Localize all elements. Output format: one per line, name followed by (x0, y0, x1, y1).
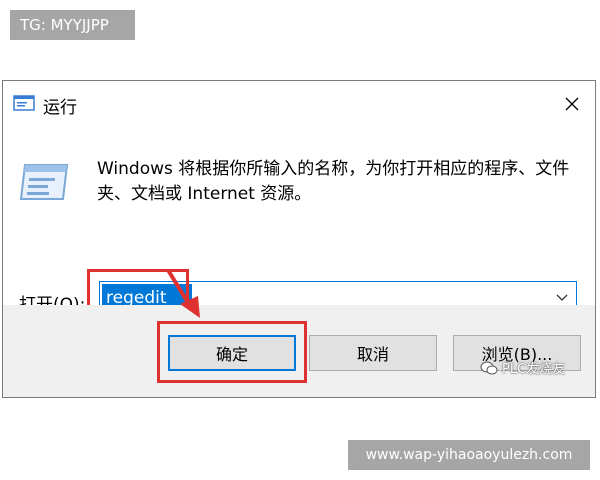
watermark: PLC发烧友 (480, 358, 565, 377)
dialog-description: Windows 将根据你所输入的名称，为你打开相应的程序、文件夹、文档或 Int… (97, 159, 570, 204)
ok-button[interactable]: 确定 (168, 335, 296, 371)
cancel-button[interactable]: 取消 (309, 335, 437, 371)
tg-label: TG: MYYJJPP (10, 10, 135, 40)
watermark-text: PLC发烧友 (502, 362, 566, 377)
red-arrow-icon (166, 268, 200, 318)
run-window-icon (19, 164, 69, 200)
dropdown-button[interactable] (554, 290, 570, 306)
close-icon (565, 97, 579, 111)
site-label: www.wap-yihaoaoyulezh.com (348, 440, 590, 470)
wechat-icon (480, 361, 498, 374)
close-button[interactable] (557, 89, 587, 119)
run-window-icon (13, 95, 35, 111)
chevron-down-icon (556, 294, 568, 301)
title-bar: 运行 (3, 81, 595, 127)
window-title: 运行 (43, 98, 77, 118)
dialog-body: Windows 将根据你所输入的名称，为你打开相应的程序、文件夹、文档或 Int… (3, 127, 595, 324)
dialog-footer: 确定 取消 浏览(B)... (3, 305, 595, 397)
run-dialog: 运行 Windows 将根据你所输入的名称，为你打开相应的程序、文件夹、文档或 … (2, 80, 596, 398)
